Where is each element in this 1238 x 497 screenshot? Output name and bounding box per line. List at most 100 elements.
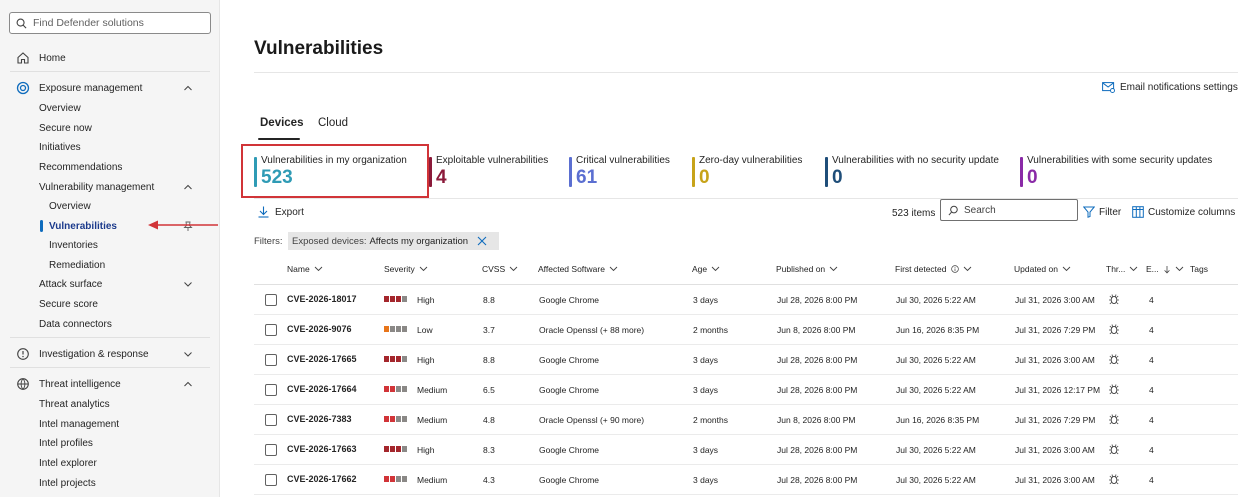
column-header-cvss[interactable]: CVSS xyxy=(482,264,518,274)
bug-icon xyxy=(1108,353,1120,365)
first-detected: Jul 30, 2026 5:22 AM xyxy=(896,475,976,485)
column-header-affected-software[interactable]: Affected Software xyxy=(538,264,618,274)
nav-vm-overview[interactable]: Overview xyxy=(0,196,220,216)
column-header-age[interactable]: Age xyxy=(692,264,720,274)
nav-label: Attack surface xyxy=(39,278,103,290)
updated-on: Jul 31, 2026 3:00 AM xyxy=(1015,475,1095,485)
close-icon[interactable] xyxy=(476,235,488,247)
table-row[interactable]: CVE-2026-17664 Medium 6.5 Google Chrome 3 da… xyxy=(254,375,1238,405)
nav-threat-intelligence[interactable]: Threat intelligence xyxy=(0,374,220,394)
nav-threat-analytics[interactable]: Threat analytics xyxy=(0,394,220,414)
nav-vulnerability-management[interactable]: Vulnerability management xyxy=(0,177,220,197)
column-header-published-on[interactable]: Published on xyxy=(776,264,838,274)
table-row[interactable]: CVE-2026-18017 High 8.8 Google Chrome 3 days… xyxy=(254,285,1238,315)
email-notifications-label: Email notifications settings xyxy=(1120,82,1238,93)
published-on: Jul 28, 2026 8:00 PM xyxy=(777,355,858,365)
nav-intel-management[interactable]: Intel management xyxy=(0,414,220,434)
table-row[interactable]: CVE-2026-9076 Low 3.7 Oracle Openssl (+ 88 … xyxy=(254,315,1238,345)
nav-secure-now[interactable]: Secure now xyxy=(0,118,220,138)
nav-label: Threat intelligence xyxy=(39,378,121,390)
updated-on: Jul 31, 2026 12:17 PM xyxy=(1015,385,1101,395)
row-checkbox[interactable] xyxy=(265,324,277,336)
column-header-first-detected[interactable]: First detected xyxy=(895,264,972,274)
bug-icon xyxy=(1108,293,1120,305)
nav-intel-projects[interactable]: Intel projects xyxy=(0,473,220,493)
cvss-score: 8.8 xyxy=(483,355,495,365)
nav-remediation[interactable]: Remediation xyxy=(0,255,220,275)
severity-bar-segment xyxy=(396,446,401,452)
column-header-name[interactable]: Name xyxy=(287,264,323,274)
table-row[interactable]: CVE-2026-17662 Medium 4.3 Google Chrome 3 da… xyxy=(254,465,1238,495)
cve-name[interactable]: CVE-2026-18017 xyxy=(287,294,357,304)
email-notifications-link[interactable]: Email notifications settings xyxy=(1102,82,1238,93)
filter-button[interactable]: Filter xyxy=(1083,206,1121,218)
chevron-up-icon[interactable] xyxy=(182,181,194,193)
severity-bar-segment xyxy=(390,416,395,422)
nav-home[interactable]: Home xyxy=(0,48,220,68)
column-header-severity[interactable]: Severity xyxy=(384,264,428,274)
column-header-label: Updated on xyxy=(1014,264,1058,274)
active-indicator xyxy=(40,220,43,232)
row-checkbox[interactable] xyxy=(265,474,277,486)
nav-inventories[interactable]: Inventories xyxy=(0,235,220,255)
row-checkbox[interactable] xyxy=(265,294,277,306)
nav-exposure-management[interactable]: Exposure management xyxy=(0,78,220,98)
table-search-input[interactable]: Search xyxy=(940,199,1078,221)
nav-exposure-overview[interactable]: Overview xyxy=(0,98,220,118)
nav-secure-score[interactable]: Secure score xyxy=(0,294,220,314)
kpi-label: Zero-day vulnerabilities xyxy=(699,155,803,166)
cve-name[interactable]: CVE-2026-9076 xyxy=(287,324,352,334)
nav-data-connectors[interactable]: Data connectors xyxy=(0,314,220,334)
row-checkbox[interactable] xyxy=(265,444,277,456)
row-checkbox[interactable] xyxy=(265,354,277,366)
table-row[interactable]: CVE-2026-7383 Medium 4.8 Oracle Openssl (+ … xyxy=(254,405,1238,435)
nav-initiatives[interactable]: Initiatives xyxy=(0,137,220,157)
solutions-search-input[interactable]: Find Defender solutions xyxy=(9,12,211,34)
first-detected: Jun 16, 2026 8:35 PM xyxy=(896,325,980,335)
cve-name[interactable]: CVE-2026-17662 xyxy=(287,474,357,484)
column-header-exposed-devices[interactable]: E... xyxy=(1146,264,1184,274)
column-header-label: CVSS xyxy=(482,264,506,274)
chevron-down-icon[interactable] xyxy=(182,278,194,290)
chevron-down-icon xyxy=(419,266,428,272)
table-row[interactable]: CVE-2026-17663 High 8.3 Google Chrome 3 days… xyxy=(254,435,1238,465)
age: 3 days xyxy=(693,355,719,365)
column-header-threats[interactable]: Thr... xyxy=(1106,264,1138,274)
title-divider xyxy=(254,72,1238,73)
export-label: Export xyxy=(275,206,304,218)
download-icon xyxy=(258,206,269,218)
filter-chip-exposed-devices[interactable]: Exposed devices: Affects my organization xyxy=(288,232,499,250)
chevron-up-icon[interactable] xyxy=(182,82,194,94)
cvss-score: 4.8 xyxy=(483,415,495,425)
cve-name[interactable]: CVE-2026-7383 xyxy=(287,414,352,424)
tab-devices[interactable]: Devices xyxy=(260,117,303,129)
affected-software: Oracle Openssl (+ 88 more) xyxy=(539,325,645,335)
severity-bar-segment xyxy=(402,446,407,452)
affected-software: Google Chrome xyxy=(539,445,600,455)
updated-on: Jul 31, 2026 3:00 AM xyxy=(1015,295,1095,305)
nav-label: Intel explorer xyxy=(39,457,97,469)
row-checkbox[interactable] xyxy=(265,414,277,426)
nav-intel-profiles[interactable]: Intel profiles xyxy=(0,433,220,453)
severity-label: High xyxy=(417,295,435,305)
cve-name[interactable]: CVE-2026-17663 xyxy=(287,444,357,454)
cve-name[interactable]: CVE-2026-17665 xyxy=(287,354,357,364)
tab-cloud[interactable]: Cloud xyxy=(318,117,348,129)
customize-columns-button[interactable]: Customize columns xyxy=(1132,206,1235,218)
row-checkbox[interactable] xyxy=(265,384,277,396)
table-row[interactable]: CVE-2026-17665 High 8.8 Google Chrome 3 days… xyxy=(254,345,1238,375)
nav-intel-explorer[interactable]: Intel explorer xyxy=(0,453,220,473)
nav-investigation-response[interactable]: Investigation & response xyxy=(0,344,220,364)
nav-label: Data connectors xyxy=(39,318,112,330)
chevron-up-icon[interactable] xyxy=(182,378,194,390)
nav-attack-surface[interactable]: Attack surface xyxy=(0,274,220,294)
column-header-tags[interactable]: Tags xyxy=(1190,264,1208,274)
severity-bar-segment xyxy=(396,416,401,422)
export-button[interactable]: Export xyxy=(258,206,304,218)
cve-name[interactable]: CVE-2026-17664 xyxy=(287,384,357,394)
nav-recommendations[interactable]: Recommendations xyxy=(0,157,220,177)
nav-label: Intel projects xyxy=(39,477,96,489)
column-header-updated-on[interactable]: Updated on xyxy=(1014,264,1071,274)
chevron-down-icon[interactable] xyxy=(182,348,194,360)
cvss-score: 8.8 xyxy=(483,295,495,305)
